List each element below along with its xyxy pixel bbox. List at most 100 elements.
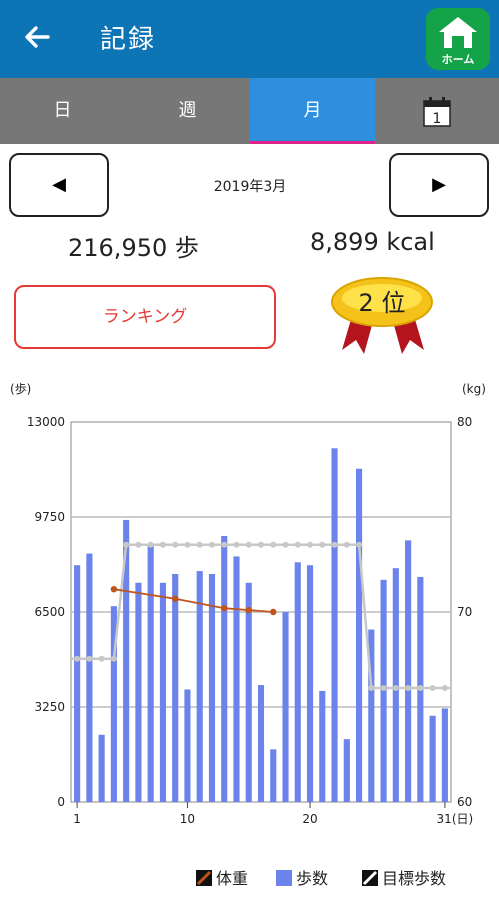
goal-point — [159, 541, 166, 548]
rank-medal: 2 位 — [330, 276, 434, 360]
goal-point — [282, 541, 289, 548]
tab-week[interactable]: 週 — [125, 78, 250, 144]
goal-point — [429, 685, 436, 691]
legend-steps-label: 歩数 — [296, 869, 328, 888]
steps-bar — [343, 739, 350, 802]
goal-point — [368, 685, 375, 691]
goal-point — [74, 655, 81, 662]
prev-arrow-icon: ◀ — [52, 174, 66, 195]
chart-legend: 体重 歩数 目標歩数 — [196, 869, 446, 888]
goal-point — [258, 541, 264, 548]
goal-point — [110, 655, 117, 662]
goal-point — [319, 541, 326, 548]
weight-point — [171, 595, 179, 602]
steps-bar — [208, 574, 216, 802]
left-tick-label: 13000 — [27, 415, 65, 429]
steps-bar — [270, 749, 277, 802]
steps-bar — [441, 708, 448, 802]
goal-point — [417, 685, 424, 691]
steps-bar — [159, 582, 166, 802]
goal-point — [331, 541, 338, 548]
next-arrow-icon: ▶ — [432, 174, 446, 195]
page-title: 記録 — [100, 25, 157, 55]
steps-bar — [429, 715, 436, 802]
goal-point — [380, 685, 387, 691]
right-tick-label: 80 — [457, 415, 472, 429]
month-label: 2019年3月 — [213, 179, 287, 195]
goal-point — [147, 541, 154, 548]
steps-bar — [172, 574, 179, 802]
goal-point — [343, 541, 350, 548]
goal-point — [135, 541, 142, 548]
steps-bar — [233, 556, 240, 802]
goal-point — [221, 541, 228, 548]
x-tick-label: 1 — [73, 812, 81, 826]
steps-bar — [98, 734, 105, 802]
goal-point — [233, 541, 240, 548]
tab-day[interactable]: 日 — [0, 78, 125, 144]
goal-point — [405, 685, 412, 691]
steps-bar — [86, 553, 93, 802]
steps-bar — [221, 536, 228, 802]
goal-point — [196, 541, 203, 548]
goal-point — [441, 685, 448, 691]
tab-month[interactable]: 月 — [250, 78, 375, 144]
rank-text: 2 位 — [359, 289, 406, 317]
total-steps: 216,950 歩 — [68, 234, 199, 262]
left-tick-label: 6500 — [34, 605, 65, 619]
legend-goal-label: 目標歩数 — [382, 869, 446, 888]
left-axis-unit: (歩) — [10, 381, 31, 396]
weight-point — [110, 586, 118, 593]
left-tick-label: 0 — [57, 795, 65, 809]
goal-point — [307, 541, 314, 548]
prev-month-button[interactable]: ◀ — [9, 153, 109, 217]
right-tick-label: 70 — [457, 605, 472, 619]
total-kcal: 8,899 kcal — [310, 228, 435, 256]
weight-point — [221, 605, 228, 612]
weight-point — [245, 606, 252, 614]
steps-weight-chart: (歩) (kg) 13000 9750 6500 3250 0 80 70 60 1 10 20 31… — [10, 381, 486, 888]
steps-bar — [282, 612, 289, 802]
calendar-icon[interactable]: 1 — [423, 97, 451, 127]
goal-point — [123, 541, 130, 548]
steps-bar — [196, 571, 203, 802]
legend-weight-label: 体重 — [216, 869, 248, 888]
weight-point — [270, 608, 277, 616]
goal-point — [356, 541, 363, 548]
steps-bar — [74, 565, 81, 802]
steps-bar — [306, 565, 314, 802]
right-tick-label: 60 — [457, 795, 472, 809]
right-axis-unit: (kg) — [462, 382, 486, 396]
home-icon — [439, 17, 477, 48]
steps-bar — [319, 690, 326, 802]
goal-point — [208, 541, 215, 548]
goal-point — [392, 685, 399, 691]
home-button[interactable]: ホーム — [426, 8, 490, 70]
goal-point — [86, 655, 93, 662]
steps-bar — [405, 540, 412, 802]
next-month-button[interactable]: ▶ — [389, 153, 489, 217]
steps-legend-icon — [276, 870, 292, 886]
goal-point — [294, 541, 301, 548]
goal-point — [270, 541, 277, 548]
steps-bar — [356, 468, 363, 802]
steps-bar — [294, 562, 301, 802]
x-tick-label: 10 — [180, 812, 195, 826]
x-tick-label: 31(日) — [437, 812, 474, 826]
steps-bar — [331, 448, 338, 802]
home-label: ホーム — [441, 53, 475, 66]
left-tick-label: 3250 — [34, 700, 65, 714]
goal-point — [172, 541, 179, 548]
ranking-button[interactable]: ランキング — [14, 285, 276, 349]
steps-bar — [135, 582, 142, 802]
goal-point — [98, 655, 105, 662]
steps-bar — [184, 689, 191, 802]
app-header: 記録 ホーム — [0, 0, 499, 78]
steps-bar — [257, 685, 265, 802]
steps-bar — [245, 582, 252, 802]
goal-point — [245, 541, 252, 548]
x-tick-label: 20 — [302, 812, 317, 826]
back-arrow-icon[interactable] — [22, 22, 58, 58]
calendar-day-number: 1 — [433, 111, 442, 127]
steps-bar — [147, 544, 154, 802]
